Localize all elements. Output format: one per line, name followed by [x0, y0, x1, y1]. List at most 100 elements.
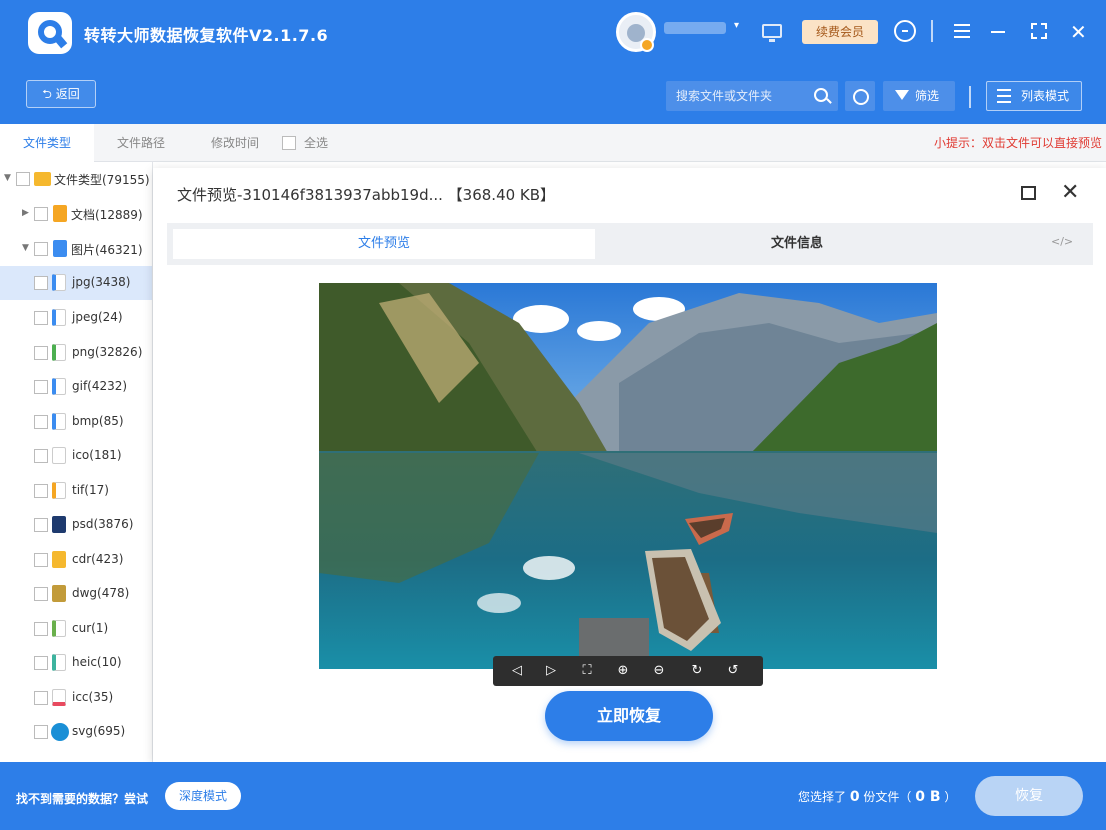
select-all-checkbox[interactable] — [282, 136, 296, 150]
tree-label: svg(695) — [72, 724, 126, 738]
tree-item-documents[interactable]: ▶ 文档(12889) — [0, 197, 152, 231]
select-all[interactable]: 全选 — [282, 124, 328, 162]
tab-file-info[interactable]: 文件信息 — [597, 229, 997, 259]
expand-arrow-icon[interactable]: ▶ — [22, 208, 29, 218]
checkbox[interactable] — [34, 449, 48, 463]
heic-icon — [52, 654, 66, 671]
chevron-down-icon[interactable]: ▾ — [734, 20, 739, 31]
tab-file-type[interactable]: 文件类型 — [0, 124, 94, 162]
recover-button[interactable]: 恢复 — [975, 776, 1083, 816]
rotate-left-icon[interactable]: ↺ — [723, 661, 743, 681]
dwg-icon — [52, 585, 66, 602]
tree-item-jpeg[interactable]: jpeg(24) — [0, 301, 152, 335]
username[interactable] — [664, 22, 726, 34]
tree-label: tif(17) — [72, 483, 109, 497]
fit-icon[interactable]: ⛶ — [577, 661, 597, 681]
advanced-search-icon[interactable] — [845, 81, 875, 111]
deep-mode-button[interactable]: 深度模式 — [165, 782, 241, 810]
tree-item-heic[interactable]: heic(10) — [0, 646, 152, 680]
tree-item-gif[interactable]: gif(4232) — [0, 370, 152, 404]
zoom-out-icon[interactable]: ⊖ — [649, 661, 669, 681]
checkbox[interactable] — [34, 311, 48, 325]
tree-item-tif[interactable]: tif(17) — [0, 474, 152, 508]
jpeg-icon — [52, 309, 66, 326]
tree-item-ico[interactable]: ico(181) — [0, 439, 152, 473]
tree-item-images[interactable]: ▼ 图片(46321) — [0, 232, 152, 266]
filter-tabs: 文件类型 文件路径 修改时间 全选 小提示：双击文件可以直接预览 — [0, 124, 1106, 162]
search-icon[interactable] — [814, 88, 828, 102]
checkbox[interactable] — [34, 242, 48, 256]
expand-arrow-icon[interactable]: ▼ — [22, 243, 29, 253]
tree-label: bmp(85) — [72, 414, 124, 428]
checkbox[interactable] — [34, 553, 48, 567]
renew-vip-button[interactable]: 续费会员 — [802, 20, 878, 44]
tree-item-cur[interactable]: cur(1) — [0, 612, 152, 646]
checkbox[interactable] — [34, 276, 48, 290]
checkbox[interactable] — [34, 518, 48, 532]
app-title: 转转大师数据恢复软件V2.1.7.6 — [84, 26, 329, 45]
tree-item-jpg[interactable]: jpg(3438) — [0, 266, 152, 300]
tree-label: 图片(46321) — [71, 243, 143, 257]
tab-file-preview[interactable]: 文件预览 — [173, 229, 595, 259]
checkbox[interactable] — [34, 346, 48, 360]
checkbox[interactable] — [34, 415, 48, 429]
checkbox[interactable] — [16, 172, 30, 186]
tree-item-psd[interactable]: psd(3876) — [0, 508, 152, 542]
jpg-icon — [52, 274, 66, 291]
tree-label: jpeg(24) — [72, 310, 123, 324]
icc-icon — [52, 689, 66, 706]
checkbox[interactable] — [34, 380, 48, 394]
back-button[interactable]: ⮌ 返回 — [26, 80, 96, 108]
checkbox[interactable] — [34, 207, 48, 221]
zoom-in-icon[interactable]: ⊕ — [613, 661, 633, 681]
view-label: 列表模式 — [1021, 89, 1070, 103]
menu-icon[interactable] — [954, 24, 970, 38]
tif-icon — [52, 482, 66, 499]
tree-label: cur(1) — [72, 621, 109, 635]
footer-bar: 找不到需要的数据？尝试 深度模式 您选择了 0 份文件（ 0 B ） 恢复 — [0, 762, 1106, 830]
avatar-badge-icon — [640, 38, 654, 52]
tree-item-png[interactable]: png(32826) — [0, 336, 152, 370]
code-icon[interactable]: </> — [1051, 235, 1073, 248]
file-type-tree: ▼ 文件类型(79155) ▶ 文档(12889) ▼ 图片(46321) jp… — [0, 162, 153, 762]
preview-tabs: 文件预览 文件信息 </> — [167, 223, 1093, 265]
recover-now-button[interactable]: 立即恢复 — [545, 691, 713, 741]
tab-modified-time[interactable]: 修改时间 — [188, 124, 282, 162]
tree-item-svg[interactable]: svg(695) — [0, 715, 152, 749]
checkbox[interactable] — [34, 484, 48, 498]
close-icon[interactable]: ✕ — [1070, 20, 1087, 44]
fullscreen-icon[interactable] — [1031, 23, 1047, 39]
checkbox[interactable] — [34, 622, 48, 636]
next-icon[interactable]: ▷ — [541, 661, 561, 681]
tree-label: 文件类型(79155) — [54, 173, 150, 187]
cur-icon — [52, 620, 66, 637]
tab-file-path[interactable]: 文件路径 — [94, 124, 188, 162]
checkbox[interactable] — [34, 691, 48, 705]
tree-item-bmp[interactable]: bmp(85) — [0, 405, 152, 439]
filter-label: 筛选 — [915, 89, 940, 103]
rotate-right-icon[interactable]: ↻ — [687, 661, 707, 681]
list-view-button[interactable]: 列表模式 — [986, 81, 1082, 111]
tree-item-file-types[interactable]: ▼ 文件类型(79155) — [0, 162, 152, 196]
tree-label: cdr(423) — [72, 552, 124, 566]
maximize-icon[interactable] — [1021, 186, 1036, 200]
expand-arrow-icon[interactable]: ▼ — [4, 173, 11, 183]
checkbox[interactable] — [34, 587, 48, 601]
tree-item-cdr[interactable]: cdr(423) — [0, 543, 152, 577]
checkbox[interactable] — [34, 656, 48, 670]
prev-icon[interactable]: ◁ — [507, 661, 527, 681]
tree-item-icc[interactable]: icc(35) — [0, 681, 152, 715]
close-icon[interactable]: ✕ — [1061, 180, 1079, 205]
png-icon — [52, 344, 66, 361]
folder-icon — [34, 172, 51, 186]
filter-button[interactable]: 筛选 — [883, 81, 955, 111]
search-input[interactable] — [676, 87, 806, 105]
tree-item-dwg[interactable]: dwg(478) — [0, 577, 152, 611]
support-icon[interactable] — [894, 20, 916, 42]
tree-label: gif(4232) — [72, 379, 128, 393]
monitor-icon[interactable] — [762, 24, 782, 42]
checkbox[interactable] — [34, 725, 48, 739]
bmp-icon — [52, 413, 66, 430]
selection-size: 0 B — [915, 789, 941, 805]
minimize-icon[interactable] — [991, 31, 1005, 33]
